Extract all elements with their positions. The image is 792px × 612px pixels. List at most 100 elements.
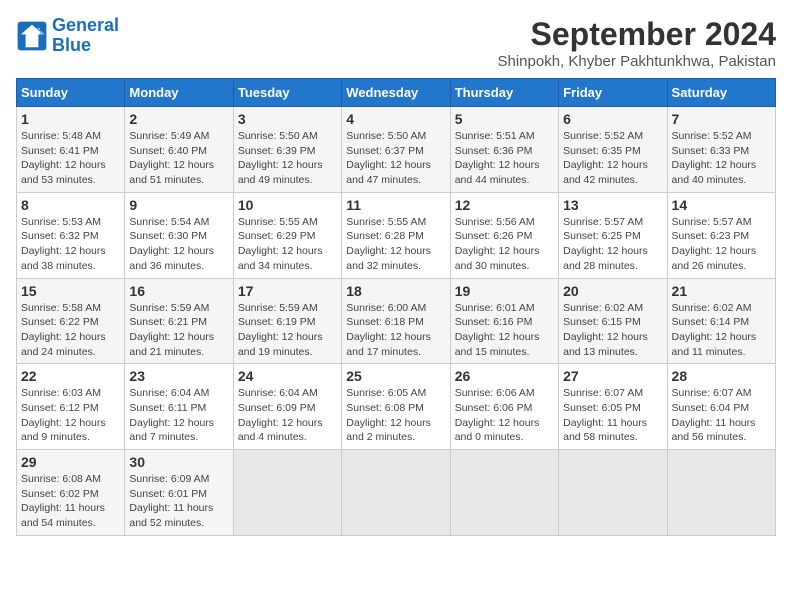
page-header: General Blue September 2024 Shinpokh, Kh… (16, 16, 776, 70)
day-number: 27 (563, 368, 662, 384)
weekday-header-cell: Monday (125, 79, 233, 107)
calendar-day-cell: 19 Sunrise: 6:01 AM Sunset: 6:16 PM Dayl… (450, 278, 558, 364)
logo-icon (16, 20, 48, 52)
day-info: Sunrise: 6:05 AM Sunset: 6:08 PM Dayligh… (346, 386, 445, 445)
day-info: Sunrise: 5:59 AM Sunset: 6:19 PM Dayligh… (238, 301, 337, 360)
weekday-header-cell: Saturday (667, 79, 775, 107)
day-info: Sunrise: 6:04 AM Sunset: 6:11 PM Dayligh… (129, 386, 228, 445)
weekday-header-cell: Tuesday (233, 79, 341, 107)
month-year: September 2024 (497, 16, 776, 53)
day-info: Sunrise: 5:49 AM Sunset: 6:40 PM Dayligh… (129, 129, 228, 188)
day-number: 28 (672, 368, 771, 384)
weekday-header-cell: Thursday (450, 79, 558, 107)
day-info: Sunrise: 6:07 AM Sunset: 6:04 PM Dayligh… (672, 386, 771, 445)
day-info: Sunrise: 6:09 AM Sunset: 6:01 PM Dayligh… (129, 472, 228, 531)
day-number: 7 (672, 111, 771, 127)
day-number: 25 (346, 368, 445, 384)
day-info: Sunrise: 5:52 AM Sunset: 6:35 PM Dayligh… (563, 129, 662, 188)
day-info: Sunrise: 5:48 AM Sunset: 6:41 PM Dayligh… (21, 129, 120, 188)
day-number: 2 (129, 111, 228, 127)
calendar-day-cell: 12 Sunrise: 5:56 AM Sunset: 6:26 PM Dayl… (450, 192, 558, 278)
day-number: 15 (21, 283, 120, 299)
day-number: 10 (238, 197, 337, 213)
day-number: 13 (563, 197, 662, 213)
day-number: 26 (455, 368, 554, 384)
day-number: 9 (129, 197, 228, 213)
day-info: Sunrise: 5:55 AM Sunset: 6:28 PM Dayligh… (346, 215, 445, 274)
day-info: Sunrise: 5:51 AM Sunset: 6:36 PM Dayligh… (455, 129, 554, 188)
calendar-day-cell: 6 Sunrise: 5:52 AM Sunset: 6:35 PM Dayli… (559, 107, 667, 193)
calendar-day-cell: 9 Sunrise: 5:54 AM Sunset: 6:30 PM Dayli… (125, 192, 233, 278)
weekday-header-cell: Friday (559, 79, 667, 107)
calendar-body: 1 Sunrise: 5:48 AM Sunset: 6:41 PM Dayli… (17, 107, 776, 536)
calendar-day-cell (233, 450, 341, 536)
day-info: Sunrise: 6:01 AM Sunset: 6:16 PM Dayligh… (455, 301, 554, 360)
calendar-day-cell: 5 Sunrise: 5:51 AM Sunset: 6:36 PM Dayli… (450, 107, 558, 193)
day-info: Sunrise: 6:07 AM Sunset: 6:05 PM Dayligh… (563, 386, 662, 445)
calendar-day-cell: 25 Sunrise: 6:05 AM Sunset: 6:08 PM Dayl… (342, 364, 450, 450)
calendar-day-cell: 22 Sunrise: 6:03 AM Sunset: 6:12 PM Dayl… (17, 364, 125, 450)
calendar-week-row: 8 Sunrise: 5:53 AM Sunset: 6:32 PM Dayli… (17, 192, 776, 278)
day-number: 14 (672, 197, 771, 213)
calendar-day-cell: 2 Sunrise: 5:49 AM Sunset: 6:40 PM Dayli… (125, 107, 233, 193)
calendar-day-cell: 30 Sunrise: 6:09 AM Sunset: 6:01 PM Dayl… (125, 450, 233, 536)
day-info: Sunrise: 6:00 AM Sunset: 6:18 PM Dayligh… (346, 301, 445, 360)
day-number: 21 (672, 283, 771, 299)
calendar-day-cell: 28 Sunrise: 6:07 AM Sunset: 6:04 PM Dayl… (667, 364, 775, 450)
calendar-day-cell: 8 Sunrise: 5:53 AM Sunset: 6:32 PM Dayli… (17, 192, 125, 278)
day-number: 11 (346, 197, 445, 213)
day-info: Sunrise: 6:02 AM Sunset: 6:14 PM Dayligh… (672, 301, 771, 360)
day-info: Sunrise: 6:08 AM Sunset: 6:02 PM Dayligh… (21, 472, 120, 531)
calendar-day-cell: 1 Sunrise: 5:48 AM Sunset: 6:41 PM Dayli… (17, 107, 125, 193)
day-info: Sunrise: 6:04 AM Sunset: 6:09 PM Dayligh… (238, 386, 337, 445)
calendar-day-cell: 21 Sunrise: 6:02 AM Sunset: 6:14 PM Dayl… (667, 278, 775, 364)
calendar-day-cell (450, 450, 558, 536)
day-number: 19 (455, 283, 554, 299)
day-info: Sunrise: 5:59 AM Sunset: 6:21 PM Dayligh… (129, 301, 228, 360)
day-info: Sunrise: 5:55 AM Sunset: 6:29 PM Dayligh… (238, 215, 337, 274)
day-info: Sunrise: 5:50 AM Sunset: 6:39 PM Dayligh… (238, 129, 337, 188)
calendar-day-cell: 27 Sunrise: 6:07 AM Sunset: 6:05 PM Dayl… (559, 364, 667, 450)
day-number: 12 (455, 197, 554, 213)
day-number: 16 (129, 283, 228, 299)
calendar-day-cell: 20 Sunrise: 6:02 AM Sunset: 6:15 PM Dayl… (559, 278, 667, 364)
calendar-day-cell: 11 Sunrise: 5:55 AM Sunset: 6:28 PM Dayl… (342, 192, 450, 278)
day-number: 23 (129, 368, 228, 384)
calendar-day-cell: 10 Sunrise: 5:55 AM Sunset: 6:29 PM Dayl… (233, 192, 341, 278)
day-info: Sunrise: 5:57 AM Sunset: 6:23 PM Dayligh… (672, 215, 771, 274)
calendar-day-cell: 7 Sunrise: 5:52 AM Sunset: 6:33 PM Dayli… (667, 107, 775, 193)
calendar-day-cell: 15 Sunrise: 5:58 AM Sunset: 6:22 PM Dayl… (17, 278, 125, 364)
calendar-day-cell: 3 Sunrise: 5:50 AM Sunset: 6:39 PM Dayli… (233, 107, 341, 193)
day-info: Sunrise: 5:54 AM Sunset: 6:30 PM Dayligh… (129, 215, 228, 274)
logo-text: General Blue (52, 16, 119, 56)
calendar-day-cell: 18 Sunrise: 6:00 AM Sunset: 6:18 PM Dayl… (342, 278, 450, 364)
day-number: 5 (455, 111, 554, 127)
weekday-header-cell: Sunday (17, 79, 125, 107)
day-info: Sunrise: 6:03 AM Sunset: 6:12 PM Dayligh… (21, 386, 120, 445)
day-number: 22 (21, 368, 120, 384)
title-block: September 2024 Shinpokh, Khyber Pakhtunk… (497, 16, 776, 70)
calendar-day-cell: 26 Sunrise: 6:06 AM Sunset: 6:06 PM Dayl… (450, 364, 558, 450)
day-info: Sunrise: 5:53 AM Sunset: 6:32 PM Dayligh… (21, 215, 120, 274)
location: Shinpokh, Khyber Pakhtunkhwa, Pakistan (497, 53, 776, 70)
day-info: Sunrise: 6:02 AM Sunset: 6:15 PM Dayligh… (563, 301, 662, 360)
calendar-day-cell: 13 Sunrise: 5:57 AM Sunset: 6:25 PM Dayl… (559, 192, 667, 278)
day-number: 30 (129, 454, 228, 470)
calendar-day-cell: 14 Sunrise: 5:57 AM Sunset: 6:23 PM Dayl… (667, 192, 775, 278)
weekday-header-cell: Wednesday (342, 79, 450, 107)
day-number: 1 (21, 111, 120, 127)
day-number: 17 (238, 283, 337, 299)
day-info: Sunrise: 5:56 AM Sunset: 6:26 PM Dayligh… (455, 215, 554, 274)
calendar-day-cell: 4 Sunrise: 5:50 AM Sunset: 6:37 PM Dayli… (342, 107, 450, 193)
calendar-day-cell: 24 Sunrise: 6:04 AM Sunset: 6:09 PM Dayl… (233, 364, 341, 450)
day-number: 6 (563, 111, 662, 127)
calendar-week-row: 15 Sunrise: 5:58 AM Sunset: 6:22 PM Dayl… (17, 278, 776, 364)
calendar-week-row: 22 Sunrise: 6:03 AM Sunset: 6:12 PM Dayl… (17, 364, 776, 450)
calendar-week-row: 1 Sunrise: 5:48 AM Sunset: 6:41 PM Dayli… (17, 107, 776, 193)
calendar-day-cell: 17 Sunrise: 5:59 AM Sunset: 6:19 PM Dayl… (233, 278, 341, 364)
calendar-day-cell: 23 Sunrise: 6:04 AM Sunset: 6:11 PM Dayl… (125, 364, 233, 450)
weekday-header-row: SundayMondayTuesdayWednesdayThursdayFrid… (17, 79, 776, 107)
calendar-week-row: 29 Sunrise: 6:08 AM Sunset: 6:02 PM Dayl… (17, 450, 776, 536)
day-number: 20 (563, 283, 662, 299)
day-number: 8 (21, 197, 120, 213)
